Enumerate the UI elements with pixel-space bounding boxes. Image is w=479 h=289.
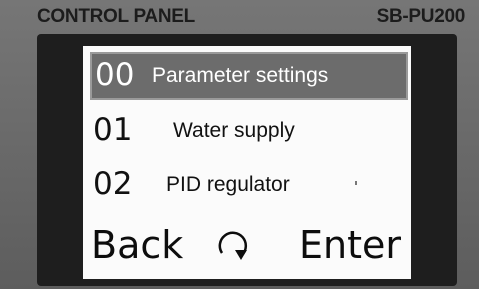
rotate-clockwise-icon[interactable] — [216, 228, 252, 264]
panel-title: CONTROL PANEL — [37, 6, 195, 27]
softkey-bar: Back Enter — [83, 218, 411, 274]
menu-item-parameter-settings[interactable]: 00 Parameter settings — [90, 52, 408, 100]
enter-button[interactable]: Enter — [299, 220, 401, 270]
menu-item-pid-regulator[interactable]: 02 PID regulator — [83, 162, 411, 210]
back-button[interactable]: Back — [91, 220, 183, 270]
lcd-screen: 00 Parameter settings 01 Water supply 02… — [83, 46, 411, 279]
menu-item-label: Parameter settings — [152, 64, 329, 87]
menu-item-label: Water supply — [173, 119, 295, 142]
screen-speck — [355, 181, 357, 185]
menu-item-label: PID regulator — [166, 173, 290, 196]
model-label: SB-PU200 — [376, 6, 466, 27]
menu-item-number: 02 — [93, 166, 133, 202]
control-panel-housing: CONTROL PANEL SB-PU200 00 Parameter sett… — [0, 0, 479, 289]
menu-item-number: 00 — [95, 57, 135, 93]
menu-item-water-supply[interactable]: 01 Water supply — [83, 108, 411, 156]
menu-item-number: 01 — [93, 112, 133, 148]
